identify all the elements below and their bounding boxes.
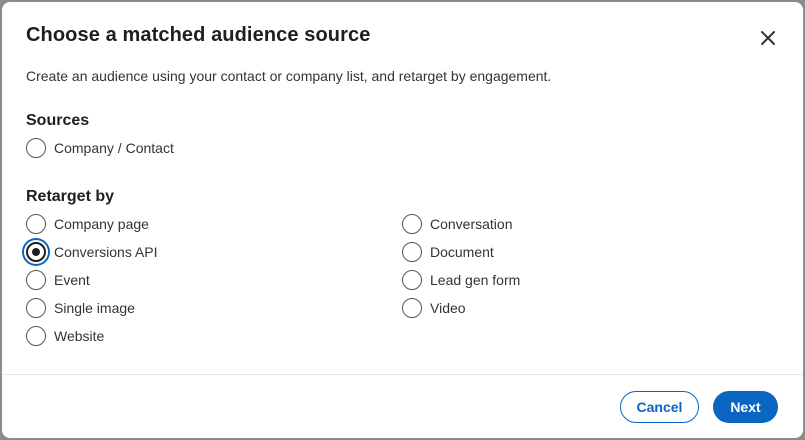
radio-button[interactable] [26,326,46,346]
radio-lead-gen-form[interactable]: Lead gen form [402,268,520,292]
radio-button[interactable] [402,242,422,262]
radio-document[interactable]: Document [402,240,494,264]
close-button[interactable] [754,24,782,52]
radio-button[interactable] [402,298,422,318]
radio-button[interactable] [26,242,46,262]
dialog-title: Choose a matched audience source [26,24,371,46]
radio-video[interactable]: Video [402,296,466,320]
radio-label: Conversions API [54,244,158,260]
cancel-button[interactable]: Cancel [620,391,699,423]
radio-button[interactable] [402,214,422,234]
retarget-heading: Retarget by [26,188,115,205]
radio-single-image[interactable]: Single image [26,296,135,320]
radio-dot [32,248,40,256]
radio-label: Website [54,328,105,344]
radio-label: Document [430,244,494,260]
radio-button[interactable] [26,214,46,234]
matched-audience-dialog: Choose a matched audience source Create … [2,2,803,438]
radio-company-page[interactable]: Company page [26,212,149,236]
radio-company-contact[interactable]: Company / Contact [26,136,174,160]
radio-label: Video [430,300,466,316]
radio-conversation[interactable]: Conversation [402,212,513,236]
radio-button[interactable] [26,298,46,318]
dialog-description: Create an audience using your contact or… [26,68,552,84]
footer-divider [2,374,803,375]
radio-label: Conversation [430,216,513,232]
radio-label: Event [54,272,90,288]
radio-label: Company page [54,216,149,232]
next-button[interactable]: Next [713,391,778,423]
radio-button[interactable] [26,138,46,158]
radio-button[interactable] [26,270,46,290]
radio-label: Company / Contact [54,140,174,156]
radio-label: Single image [54,300,135,316]
radio-website[interactable]: Website [26,324,104,348]
radio-label: Lead gen form [430,272,521,288]
sources-heading: Sources [26,112,90,129]
radio-event[interactable]: Event [26,268,90,292]
close-icon [761,31,775,45]
radio-button[interactable] [402,270,422,290]
radio-conversions-api[interactable]: Conversions API [26,240,158,264]
